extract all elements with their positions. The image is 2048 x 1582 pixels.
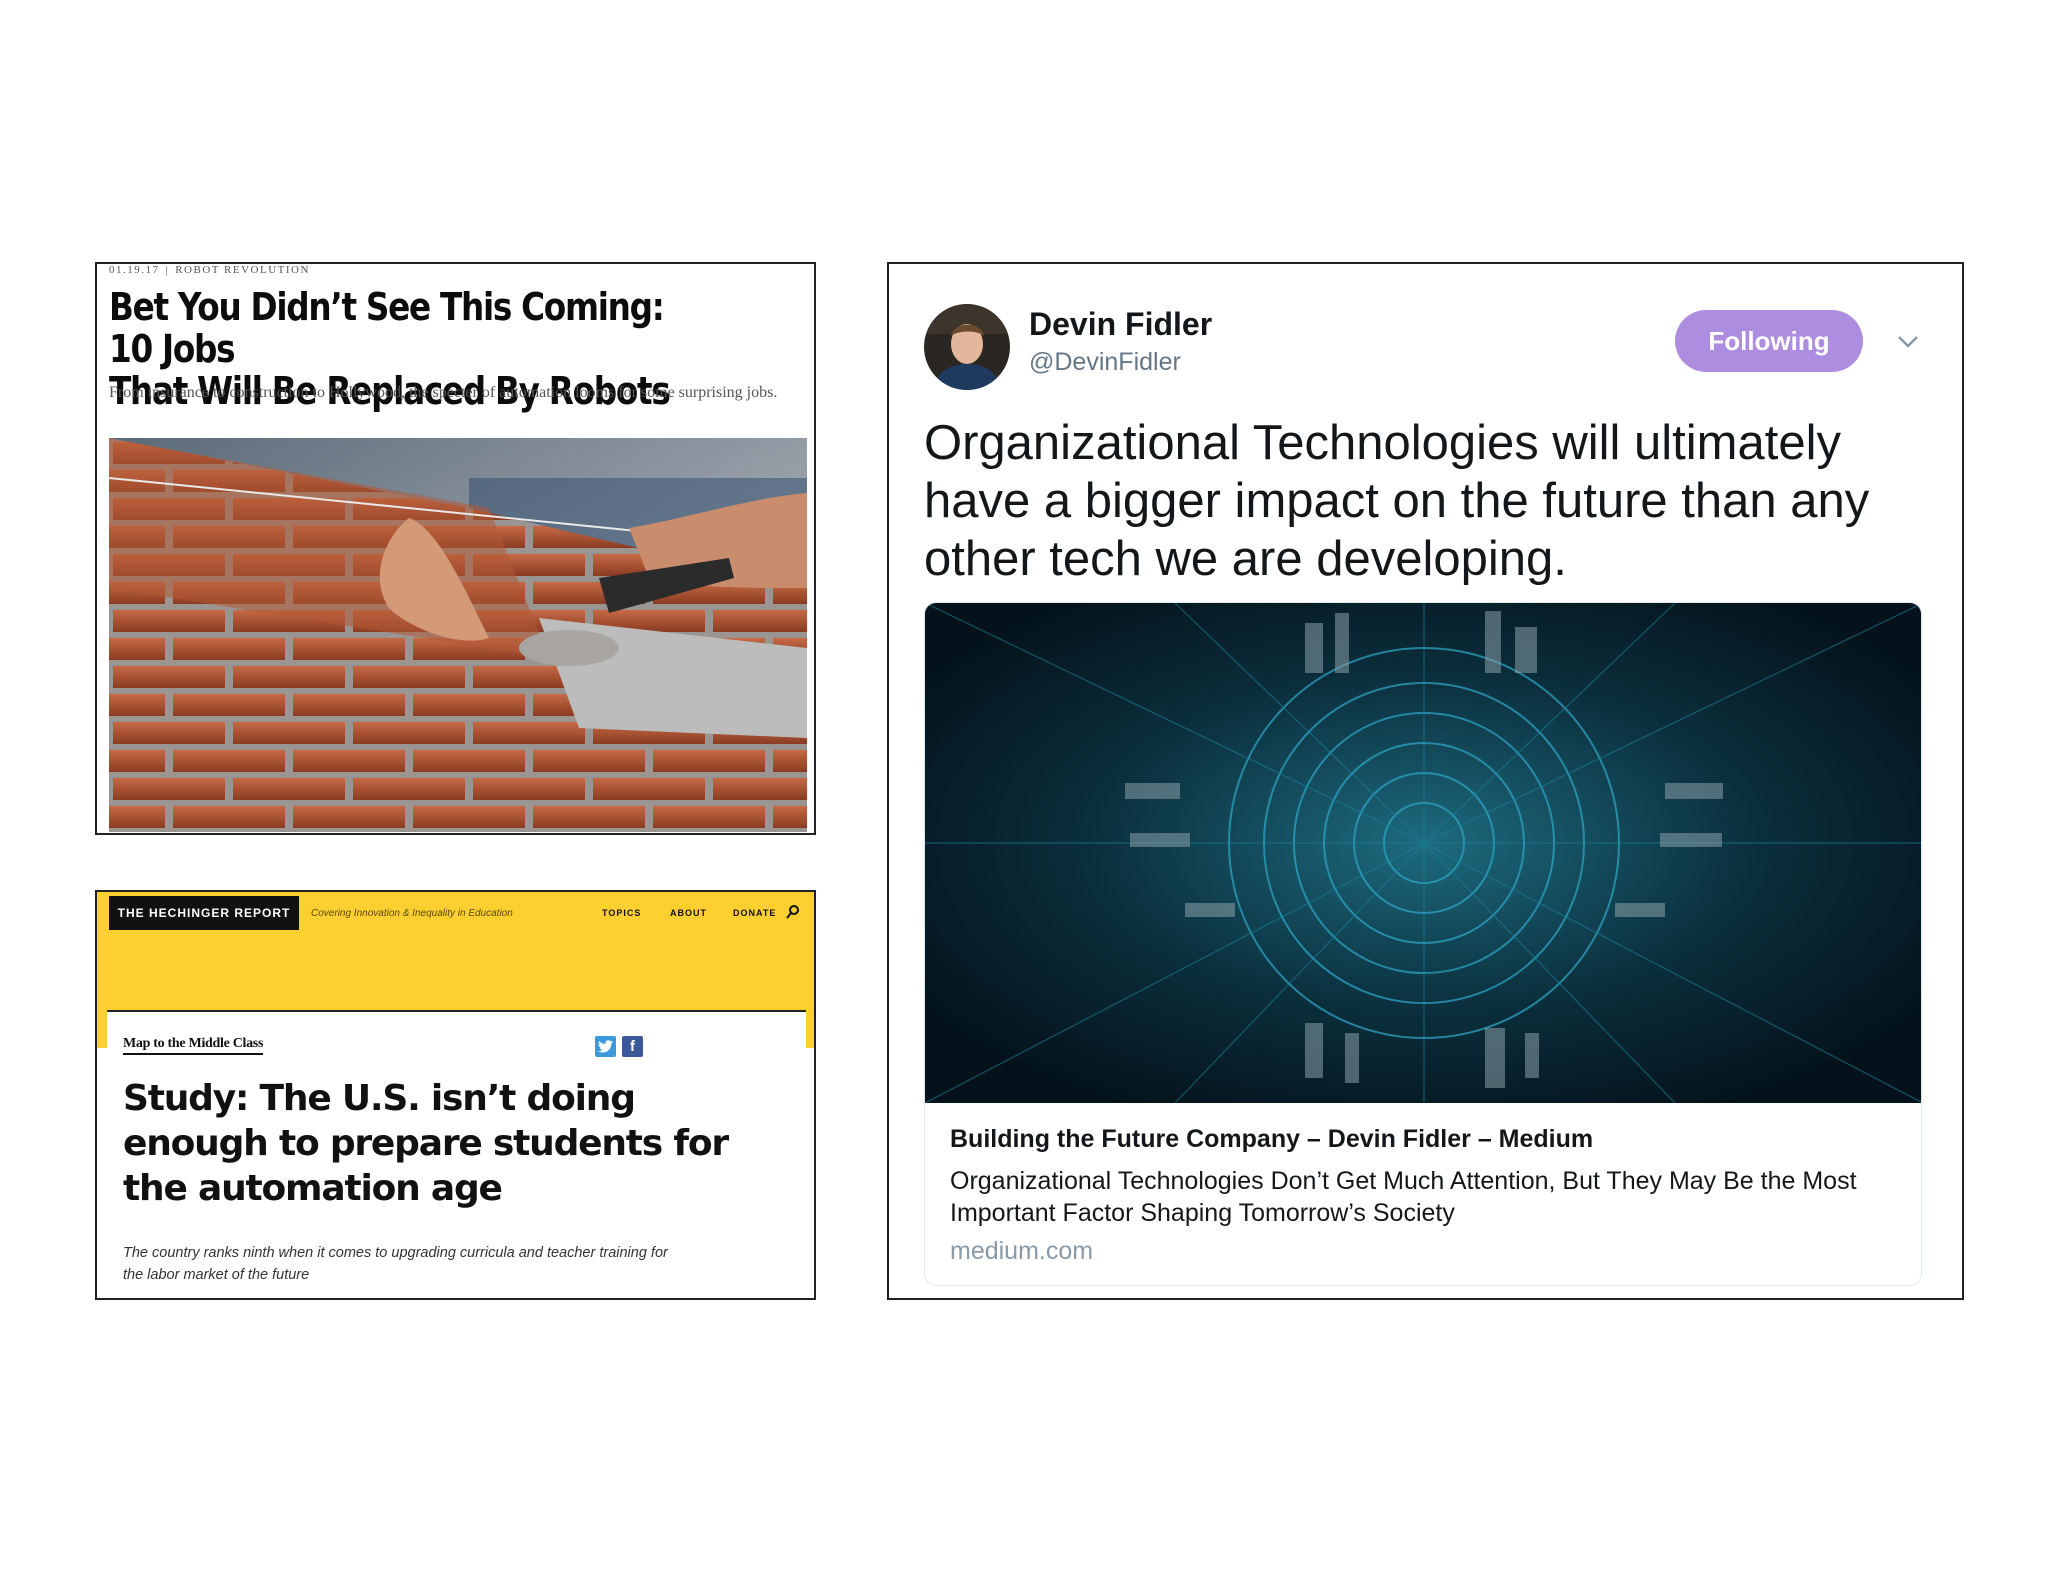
nav-topics[interactable]: TOPICS [602, 908, 641, 918]
tweet-panel: Devin Fidler @DevinFidler Following Orga… [887, 262, 1964, 1300]
hechinger-article-card: Map to the Middle Class f Study: The U.S… [107, 1010, 806, 1298]
author-name[interactable]: Devin Fidler [1029, 306, 1212, 343]
search-icon[interactable] [785, 904, 801, 920]
facebook-icon[interactable]: f [622, 1036, 643, 1057]
hechinger-headline[interactable]: Study: The U.S. isn’t doing enough to pr… [123, 1076, 763, 1211]
card-title[interactable]: Building the Future Company – Devin Fidl… [950, 1125, 1593, 1154]
headline-line-1: Bet You Didn’t See This Coming: 10 Jobs [109, 285, 665, 371]
hechinger-dek: The country ranks ninth when it comes to… [123, 1245, 668, 1283]
following-button[interactable]: Following [1675, 310, 1863, 372]
robots-article-panel: 01.19.17 | ROBOT REVOLUTION Bet You Didn’t… [95, 262, 816, 835]
kicker-separator: | [165, 264, 170, 276]
hechinger-article-panel: THE HECHINGER REPORT Covering Innovation… [95, 890, 816, 1300]
card-description: Organizational Technologies Don’t Get Mu… [950, 1167, 1857, 1227]
card-image [925, 603, 1921, 1104]
article-dek: From insurance to construction to Hollyw… [109, 384, 778, 401]
hechinger-logo[interactable]: THE HECHINGER REPORT [109, 896, 299, 930]
hechinger-tagline: Covering Innovation & Inequality in Educ… [311, 908, 513, 919]
nav-about[interactable]: ABOUT [670, 908, 707, 918]
nav-donate[interactable]: DONATE [733, 908, 776, 918]
card-domain[interactable]: medium.com [950, 1237, 1093, 1266]
chevron-down-icon[interactable] [1895, 328, 1921, 354]
author-handle[interactable]: @DevinFidler [1029, 348, 1181, 377]
article-kicker: 01.19.17 | ROBOT REVOLUTION [109, 264, 310, 276]
bricklaying-photo [109, 438, 807, 832]
section-link[interactable]: Map to the Middle Class [123, 1036, 263, 1055]
article-category[interactable]: ROBOT REVOLUTION [175, 264, 310, 276]
twitter-icon[interactable] [595, 1036, 616, 1057]
article-date: 01.19.17 [109, 264, 160, 276]
tweet-text: Organizational Technologies will ultimat… [924, 416, 1870, 586]
avatar[interactable] [924, 304, 1010, 390]
link-card[interactable]: Building the Future Company – Devin Fidl… [924, 602, 1922, 1286]
